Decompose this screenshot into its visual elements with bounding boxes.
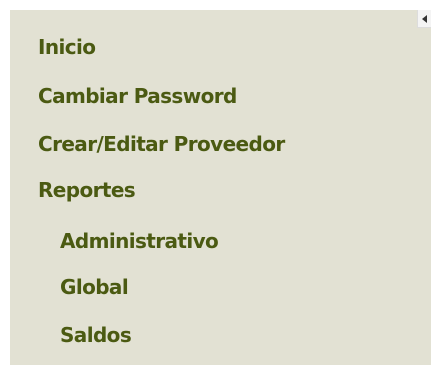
- menu-item-reportes[interactable]: Reportes: [38, 178, 136, 202]
- collapse-sidebar-button[interactable]: [417, 10, 431, 28]
- menu-item-crear-editar-proveedor[interactable]: Crear/Editar Proveedor: [38, 132, 285, 156]
- caret-left-icon: [422, 14, 427, 23]
- submenu-item-saldos[interactable]: Saldos: [60, 323, 132, 347]
- sidebar-menu-panel: Inicio Cambiar Password Crear/Editar Pro…: [10, 10, 431, 365]
- submenu-item-administrativo[interactable]: Administrativo: [60, 229, 219, 253]
- submenu-item-global[interactable]: Global: [60, 275, 129, 299]
- menu-item-inicio[interactable]: Inicio: [38, 35, 96, 59]
- menu-item-cambiar-password[interactable]: Cambiar Password: [38, 84, 237, 108]
